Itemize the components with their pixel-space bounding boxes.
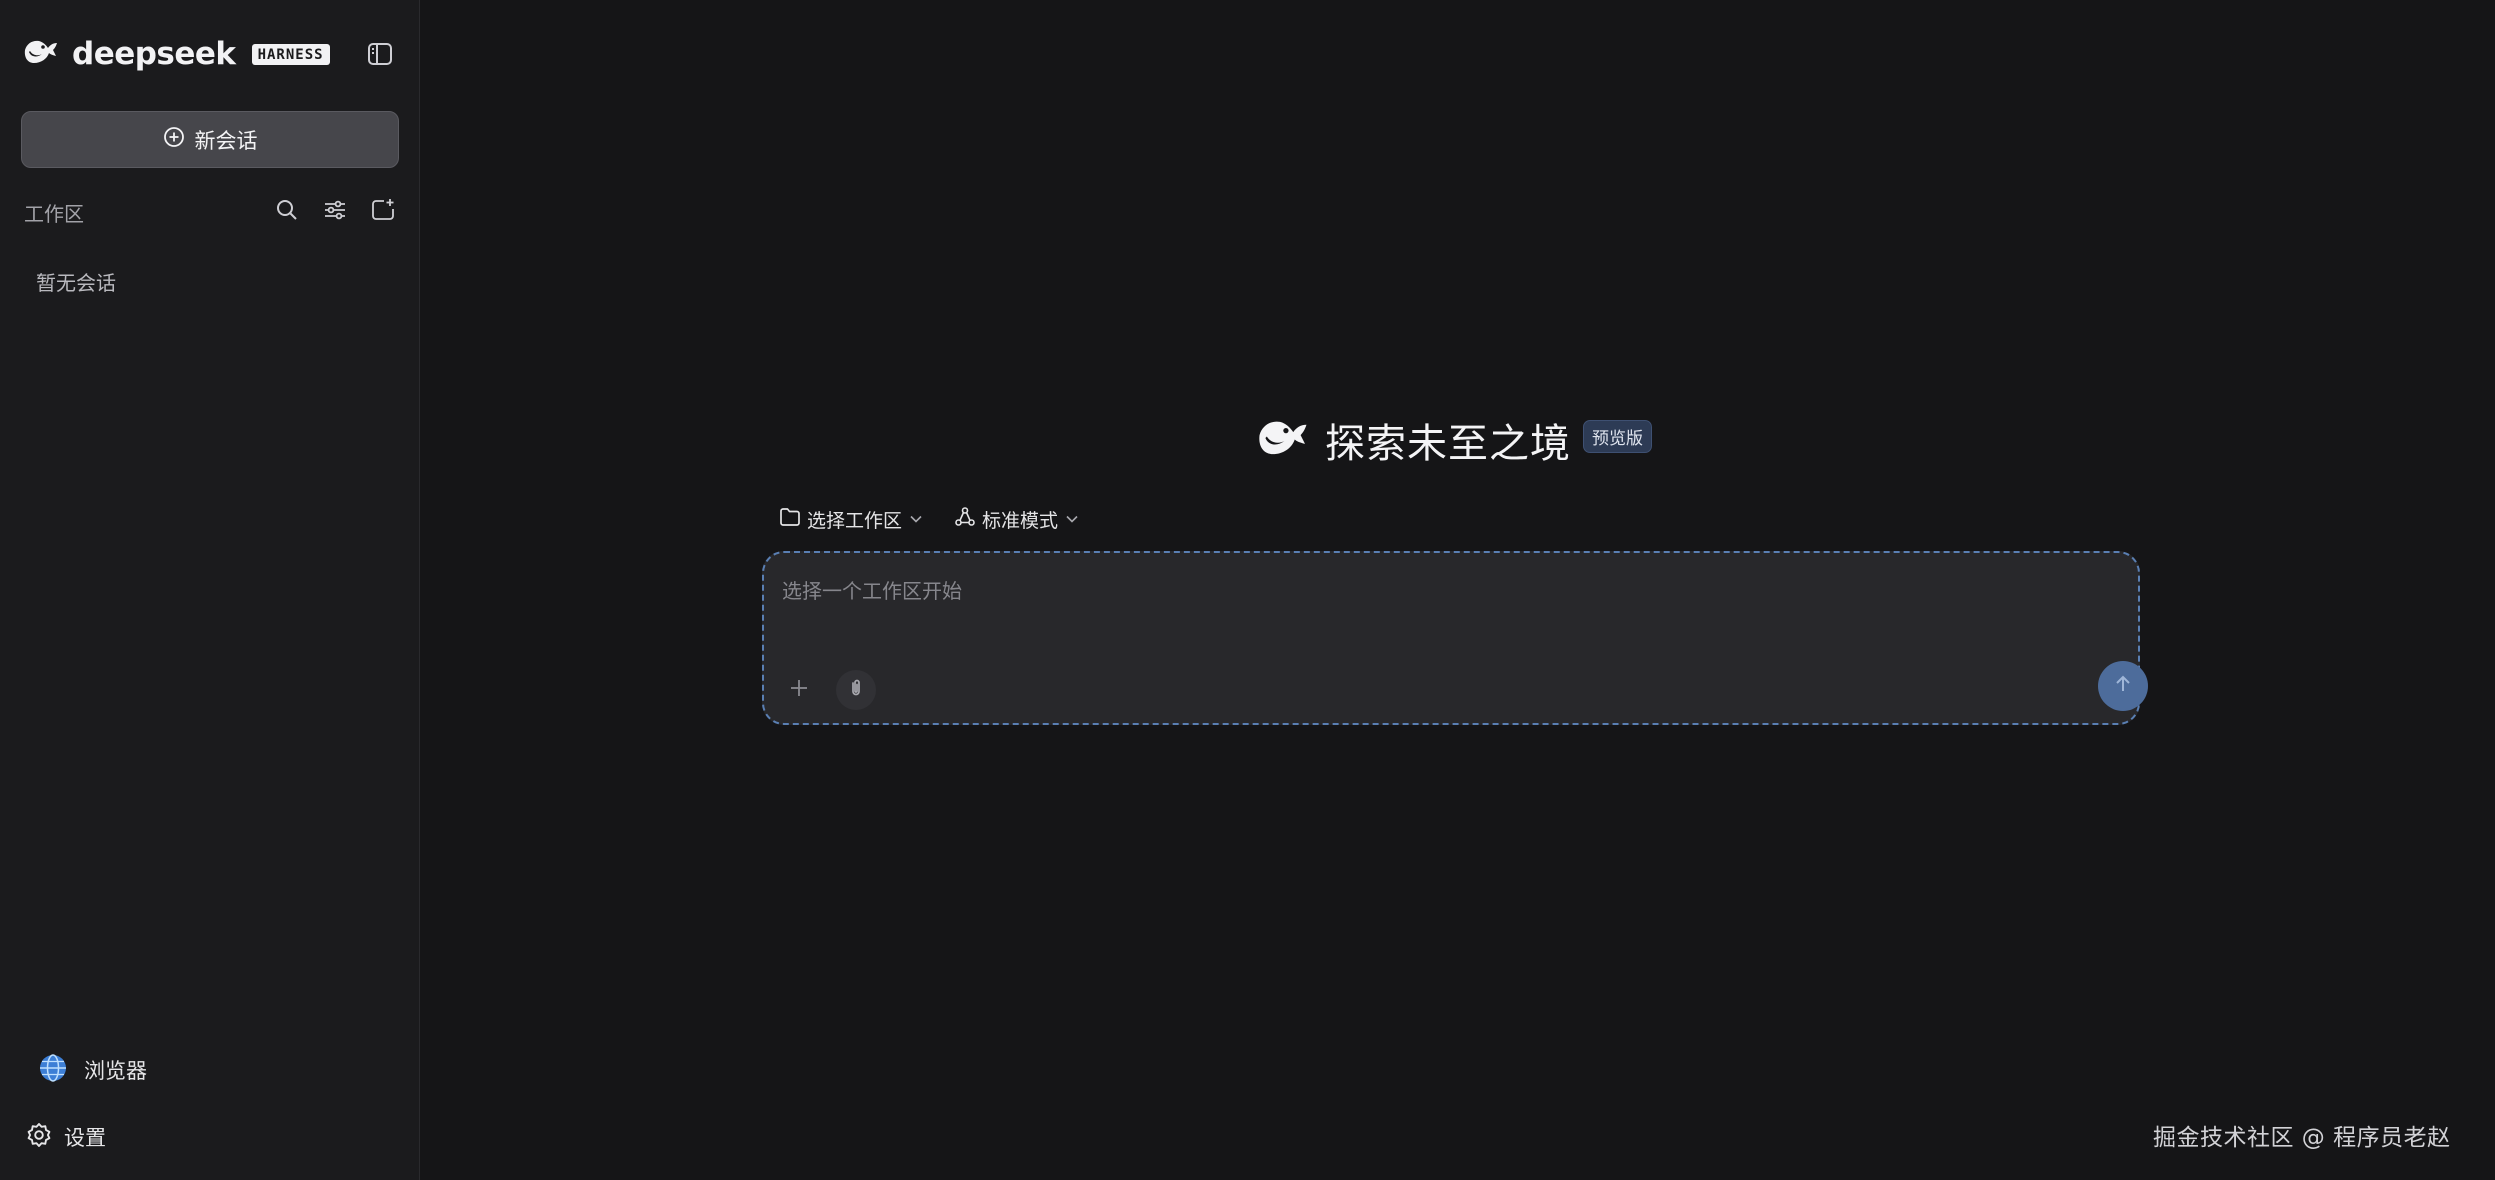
globe-icon: [38, 1053, 68, 1088]
chevron-down-icon: [908, 508, 924, 530]
watermark: 掘金技术社区 @ 程序员老赵: [2153, 1125, 2451, 1151]
app-window: deepseek HARNESS 新会话 工作区 暂无会话 浏览器 设置 探索未…: [0, 0, 2495, 1180]
chevron-down-icon: [1064, 508, 1080, 530]
search-icon: [275, 198, 299, 226]
filter-icon: [323, 198, 347, 226]
preview-badge: 预览版: [1583, 419, 1652, 453]
mode-select-label: 标准模式: [982, 509, 1059, 532]
plus-circle-icon: [163, 126, 185, 153]
workspace-select-label: 选择工作区: [807, 509, 903, 532]
hero-title: 探索未至之境: [1325, 421, 1571, 467]
sidebar-toggle-icon: [367, 42, 393, 70]
workspace-actions: [272, 197, 398, 227]
composer-controls: 选择工作区 标准模式: [779, 504, 1080, 534]
new-chat-label: 新会话: [194, 128, 258, 153]
new-folder-icon: [371, 198, 395, 226]
main-panel: 探索未至之境 预览版 选择工作区 标准模式 选择一个工作区开始 掘金技术社区 @…: [420, 0, 2495, 1180]
mode-select[interactable]: 标准模式: [954, 506, 1080, 533]
new-folder-button[interactable]: [368, 197, 398, 227]
sidebar-toggle-button[interactable]: [364, 40, 396, 72]
add-button[interactable]: [780, 671, 818, 709]
brand-tag: HARNESS: [251, 43, 330, 65]
arrow-up-icon: [2111, 672, 2135, 700]
message-input[interactable]: [782, 573, 1982, 609]
whale-icon: [1255, 416, 1311, 464]
brand-name: deepseek: [72, 36, 236, 72]
hero: 探索未至之境 预览版: [1255, 410, 1652, 470]
sidebar: deepseek HARNESS 新会话 工作区 暂无会话 浏览器 设置: [0, 0, 420, 1180]
folder-icon: [779, 507, 801, 532]
workspace-header: 工作区: [24, 196, 398, 228]
workspace-title: 工作区: [24, 201, 84, 226]
empty-sessions-text: 暂无会话: [36, 271, 116, 295]
settings-button[interactable]: 设置: [26, 1120, 106, 1154]
gear-icon: [26, 1122, 52, 1153]
send-button[interactable]: [2098, 661, 2148, 711]
filter-button[interactable]: [320, 197, 350, 227]
settings-label: 设置: [64, 1126, 106, 1150]
search-button[interactable]: [272, 197, 302, 227]
browser-button[interactable]: 浏览器: [38, 1052, 147, 1088]
new-chat-button[interactable]: 新会话: [21, 111, 399, 168]
browser-label: 浏览器: [84, 1059, 147, 1083]
mode-icon: [954, 506, 976, 533]
composer: [762, 551, 2148, 725]
whale-icon: [22, 37, 60, 71]
attach-button[interactable]: [836, 670, 876, 710]
brand: deepseek HARNESS: [22, 34, 330, 74]
plus-icon: [788, 677, 810, 703]
paperclip-icon: [845, 677, 867, 703]
workspace-select[interactable]: 选择工作区: [779, 506, 924, 533]
